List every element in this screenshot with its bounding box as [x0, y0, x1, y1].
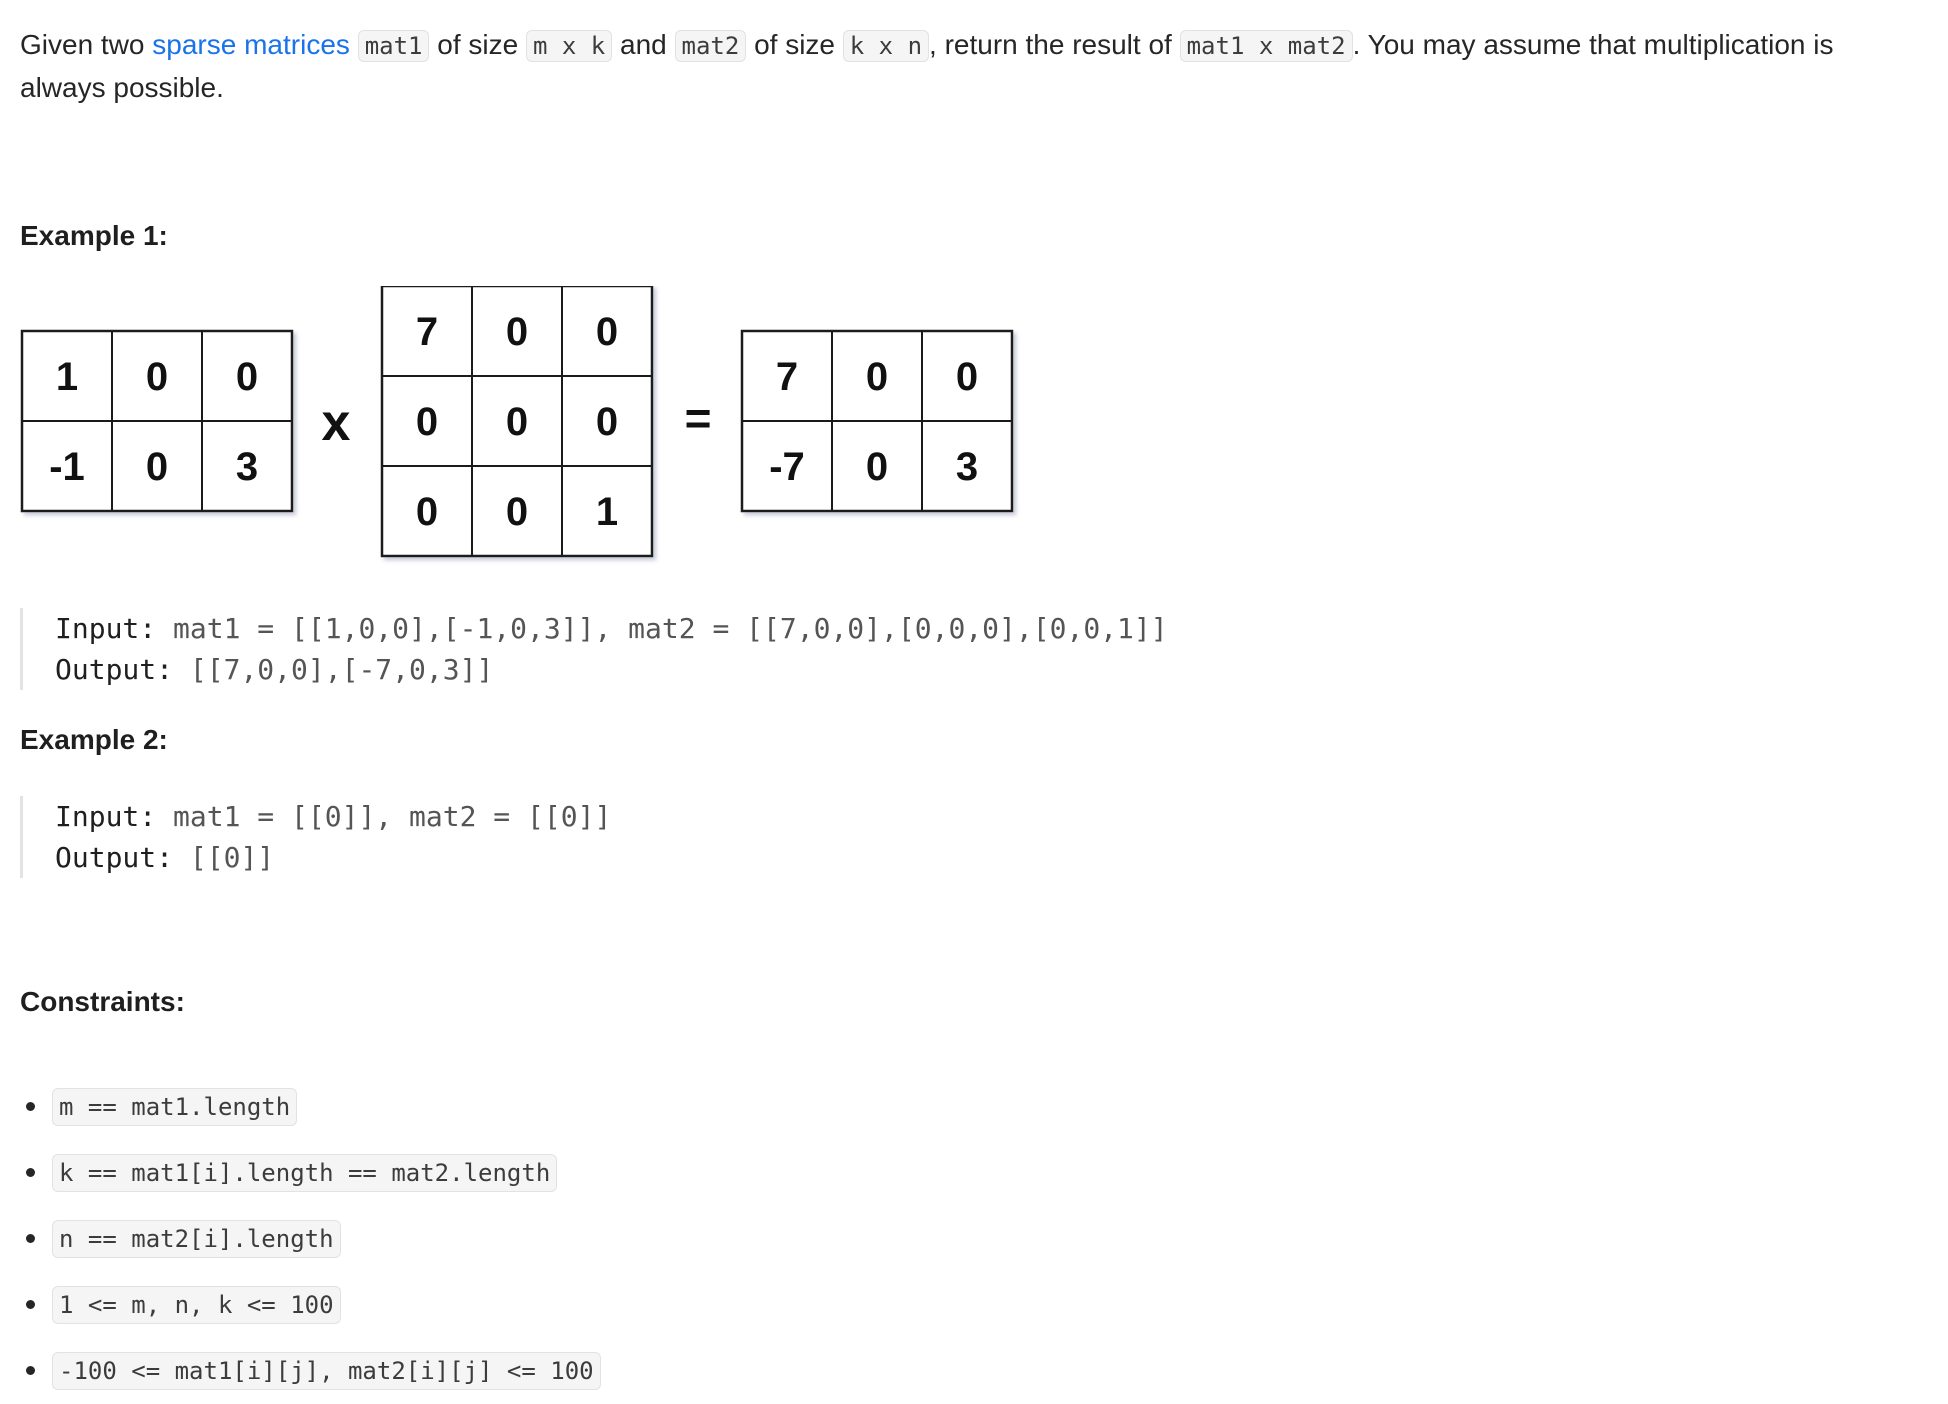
- statement-text: and: [612, 29, 675, 60]
- statement-text: [350, 29, 358, 60]
- matrix-cell-value: -7: [769, 445, 805, 489]
- constraint-item: k == mat1[i].length == mat2.length: [20, 1140, 601, 1206]
- matrix-mat1: 1 0 0 -1 0 3: [20, 329, 294, 513]
- inline-code-mat1: mat1: [357, 30, 430, 62]
- matrix-cell-value: 0: [596, 400, 618, 444]
- input-value: mat1 = [[1,0,0],[-1,0,3]], mat2 = [[7,0,…: [156, 612, 1168, 645]
- matrix-cell-value: 0: [506, 490, 528, 534]
- matrix-cell-value: 3: [956, 445, 978, 489]
- matrix-cell-value: 0: [236, 355, 258, 399]
- matrix-mat2: 7 0 0 0 0 0 0 0 1: [380, 286, 654, 558]
- matrix-cell-value: -1: [49, 445, 85, 489]
- statement-text: Given two: [20, 29, 153, 60]
- matrix-cell-value: 0: [506, 400, 528, 444]
- input-label: Input:: [55, 800, 157, 833]
- matrix-cell-value: 0: [146, 445, 168, 489]
- constraint-code: m == mat1.length: [52, 1088, 298, 1126]
- constraint-code: 1 <= m, n, k <= 100: [52, 1286, 341, 1324]
- output-label: Output:: [55, 653, 174, 686]
- input-value: mat1 = [[0]], mat2 = [[0]]: [156, 800, 612, 833]
- example-1-input-line: Input: mat1 = [[1,0,0],[-1,0,3]], mat2 =…: [55, 608, 1168, 649]
- bullet-icon: [26, 1168, 35, 1177]
- example-2-heading: Example 2:: [20, 724, 168, 755]
- output-value: [[7,0,0],[-7,0,3]]: [173, 653, 494, 686]
- input-label: Input:: [55, 612, 157, 645]
- matrix-cell-value: 0: [506, 310, 528, 354]
- matrix-cell-value: 0: [956, 355, 978, 399]
- matrix-cell-value: 0: [416, 400, 438, 444]
- matrix-cell-value: 0: [596, 310, 618, 354]
- matrix-cell-value: 7: [416, 310, 438, 354]
- inline-code-mat2: mat2: [674, 30, 747, 62]
- matrix-cell-value: 1: [596, 490, 618, 534]
- constraints-heading: Constraints:: [20, 986, 185, 1017]
- matrix-cell-value: 1: [56, 355, 78, 399]
- example-1-output-line: Output: [[7,0,0],[-7,0,3]]: [55, 649, 1168, 690]
- matrix-cell-value: 3: [236, 445, 258, 489]
- statement-text: of size: [746, 29, 843, 60]
- example-1-heading: Example 1:: [20, 220, 168, 251]
- matrix-cell-value: 7: [776, 355, 798, 399]
- bullet-icon: [26, 1102, 35, 1111]
- bullet-icon: [26, 1366, 35, 1375]
- constraint-item: n == mat2[i].length: [20, 1206, 601, 1272]
- constraint-code: k == mat1[i].length == mat2.length: [52, 1154, 558, 1192]
- problem-statement: Given two sparse matrices mat1 of size m…: [20, 24, 1920, 109]
- constraint-item: 1 <= m, n, k <= 100: [20, 1272, 601, 1338]
- example-2-output-line: Output: [[0]]: [55, 837, 611, 878]
- output-label: Output:: [55, 841, 174, 874]
- bullet-icon: [26, 1300, 35, 1309]
- inline-code-size-kn: k x n: [842, 30, 930, 62]
- constraint-code: -100 <= mat1[i][j], mat2[i][j] <= 100: [52, 1352, 601, 1390]
- example-2-io-block: Input: mat1 = [[0]], mat2 = [[0]] Output…: [20, 796, 611, 878]
- statement-text: , return the result of: [929, 29, 1180, 60]
- inline-code-product: mat1 x mat2: [1179, 30, 1353, 62]
- matrix-cell-value: 0: [866, 355, 888, 399]
- example-1-io-block: Input: mat1 = [[1,0,0],[-1,0,3]], mat2 =…: [20, 608, 1168, 690]
- matrix-result: 7 0 0 -7 0 3: [740, 329, 1014, 513]
- matrix-cell-value: 0: [866, 445, 888, 489]
- constraint-item: -100 <= mat1[i][j], mat2[i][j] <= 100: [20, 1338, 601, 1404]
- matrix-cell-value: 0: [146, 355, 168, 399]
- bullet-icon: [26, 1234, 35, 1243]
- problem-description: Given two sparse matrices mat1 of size m…: [20, 24, 1920, 1390]
- example-2-input-line: Input: mat1 = [[0]], mat2 = [[0]]: [55, 796, 611, 837]
- sparse-matrices-link[interactable]: sparse matrices: [152, 29, 350, 60]
- constraints-list: m == mat1.length k == mat1[i].length == …: [20, 1074, 601, 1404]
- example-1-diagram: 1 0 0 -1 0 3 x 7 0 0 0 0 0 0 0 1 = 7 0 0 -7 0 3: [20, 286, 1014, 558]
- constraint-code: n == mat2[i].length: [52, 1220, 341, 1258]
- output-value: [[0]]: [173, 841, 275, 874]
- statement-text: of size: [429, 29, 526, 60]
- inline-code-size-mk: m x k: [525, 30, 613, 62]
- matrix-cell-value: 0: [416, 490, 438, 534]
- times-symbol: x: [322, 394, 351, 452]
- constraint-item: m == mat1.length: [20, 1074, 601, 1140]
- equals-symbol: =: [685, 392, 712, 444]
